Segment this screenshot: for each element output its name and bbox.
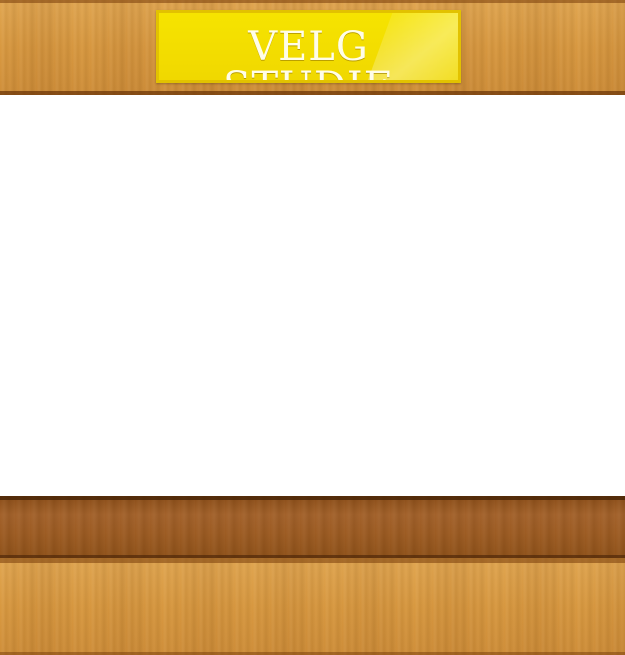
shelf-wood-plank [0,496,625,558]
header-wood-plank: VELG STUDIE [0,0,625,95]
title-sign: VELG STUDIE [156,10,461,83]
study-selection-area [0,95,625,496]
page-title: VELG STUDIE [223,24,393,80]
footer-wood-plank [0,558,625,655]
